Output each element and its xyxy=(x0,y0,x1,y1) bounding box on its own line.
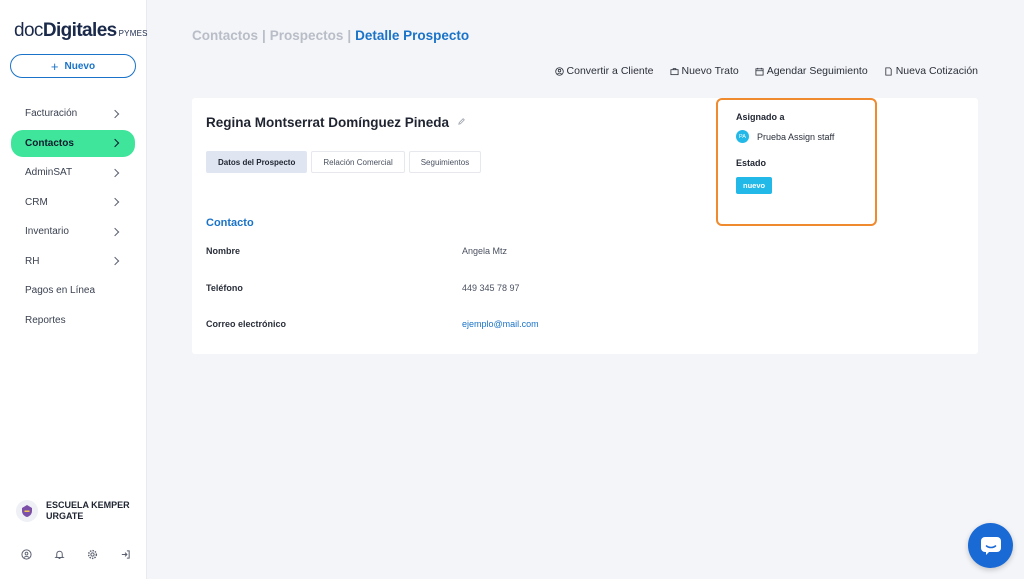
field-value-correo[interactable]: ejemplo@mail.com xyxy=(462,319,539,329)
user-circle-icon xyxy=(554,66,564,76)
new-button[interactable]: + Nuevo xyxy=(10,54,136,78)
prospect-title-row: Regina Montserrat Domínguez Pineda xyxy=(206,113,466,131)
new-quote-button[interactable]: Nueva Cotización xyxy=(884,65,978,77)
breadcrumb-contactos[interactable]: Contactos xyxy=(192,28,258,43)
sidebar-item-crm[interactable]: CRM xyxy=(11,189,135,216)
contact-section-title: Contacto xyxy=(206,217,254,229)
sidebar-item-adminsat[interactable]: AdminSAT xyxy=(11,159,135,186)
field-label-telefono: Teléfono xyxy=(206,283,243,293)
account-name: ESCUELA KEMPER URGATE xyxy=(46,500,130,521)
staff-name: Prueba Assign staff xyxy=(757,131,835,142)
tab-datos-del-prospecto[interactable]: Datos del Prospecto xyxy=(206,151,308,173)
sidebar-item-label: AdminSAT xyxy=(25,167,73,178)
sidebar-item-label: Inventario xyxy=(25,226,69,237)
breadcrumb-prospectos[interactable]: Prospectos xyxy=(270,28,344,43)
help-icon[interactable] xyxy=(20,548,32,560)
field-value-telefono: 449 345 78 97 xyxy=(462,283,520,293)
chevron-right-icon xyxy=(110,168,120,177)
tab-seguimientos[interactable]: Seguimientos xyxy=(408,151,482,173)
sidebar-item-facturacion[interactable]: Facturación xyxy=(11,100,135,127)
prospect-tabs: Datos del Prospecto Relación Comercial S… xyxy=(206,151,482,173)
pencil-icon[interactable] xyxy=(457,113,466,131)
chevron-right-icon xyxy=(110,197,120,207)
sidebar-item-label: Contactos xyxy=(25,137,74,149)
sidebar: doc Digitales PYMES + Nuevo Facturación Co… xyxy=(0,0,147,579)
calendar-icon xyxy=(755,67,764,76)
assigned-staff[interactable]: PA Prueba Assign staff xyxy=(736,130,834,143)
sidebar-item-rh[interactable]: RH xyxy=(11,248,135,275)
brand-name-light: doc xyxy=(14,20,43,41)
prospect-name: Regina Montserrat Domínguez Pineda xyxy=(206,114,450,130)
brand-logo[interactable]: doc Digitales PYMES xyxy=(14,20,148,42)
convert-to-client-label: Convertir a Cliente xyxy=(566,65,654,77)
chevron-right-icon xyxy=(110,227,120,236)
schedule-followup-label: Agendar Seguimiento xyxy=(766,65,868,77)
breadcrumb-current: Detalle Prospecto xyxy=(355,28,470,43)
sidebar-item-pagos-en-linea[interactable]: Pagos en Línea xyxy=(11,277,135,304)
schedule-followup-button[interactable]: Agendar Seguimiento xyxy=(755,65,868,77)
account-switcher[interactable]: ESCUELA KEMPER URGATE xyxy=(16,500,136,522)
new-deal-label: Nuevo Trato xyxy=(681,65,739,77)
plus-icon: + xyxy=(50,58,59,74)
breadcrumb-separator: | xyxy=(262,28,266,43)
staff-avatar: PA xyxy=(736,130,749,143)
chevron-right-icon xyxy=(110,109,120,118)
sidebar-item-label: CRM xyxy=(25,196,48,208)
field-label-correo: Correo electrónico xyxy=(206,319,287,329)
sidebar-item-reportes[interactable]: Reportes xyxy=(11,307,135,334)
sidebar-item-label: Reportes xyxy=(25,314,66,326)
logout-icon[interactable] xyxy=(119,548,131,560)
chevron-right-icon xyxy=(110,256,120,266)
convert-to-client-button[interactable]: Convertir a Cliente xyxy=(554,65,654,77)
gear-icon[interactable] xyxy=(86,548,98,560)
sidebar-item-contactos[interactable]: Contactos xyxy=(11,129,135,157)
assigned-to-label: Asignado a xyxy=(736,112,785,122)
sidebar-item-inventario[interactable]: Inventario xyxy=(11,218,135,245)
breadcrumb-separator: | xyxy=(347,28,352,43)
sidebar-footer-icons xyxy=(20,548,131,560)
sidebar-item-label: RH xyxy=(25,255,40,267)
assignment-panel: Asignado a PA Prueba Assign staff Estado… xyxy=(716,98,877,226)
field-label-nombre: Nombre xyxy=(206,246,241,256)
chat-button[interactable] xyxy=(968,523,1013,568)
brand-suffix: PYMES xyxy=(118,29,148,38)
bell-icon[interactable] xyxy=(53,548,65,560)
school-logo-icon xyxy=(16,500,38,522)
prospect-actions: Convertir a Cliente Nuevo Trato Agendar … xyxy=(554,65,978,77)
document-icon xyxy=(885,66,892,76)
breadcrumb: Contactos | Prospectos | Detalle Prospecto xyxy=(192,28,469,43)
sidebar-nav: Facturación Contactos AdminSAT CRM Inven… xyxy=(11,100,135,336)
status-badge[interactable]: nuevo xyxy=(736,177,773,194)
new-quote-label: Nueva Cotización xyxy=(895,65,978,77)
chat-bubble-icon xyxy=(980,536,1001,555)
new-deal-button[interactable]: Nuevo Trato xyxy=(669,65,739,77)
sidebar-item-label: Pagos en Línea xyxy=(25,285,96,296)
brand-name-bold: Digitales xyxy=(42,20,117,41)
status-label: Estado xyxy=(736,158,767,168)
chevron-right-icon xyxy=(110,138,120,148)
new-button-label: Nuevo xyxy=(64,60,96,72)
briefcase-icon xyxy=(669,67,679,75)
field-value-nombre: Angela Mtz xyxy=(462,246,508,256)
sidebar-item-label: Facturación xyxy=(25,108,78,119)
tab-relacion-comercial[interactable]: Relación Comercial xyxy=(311,151,405,173)
